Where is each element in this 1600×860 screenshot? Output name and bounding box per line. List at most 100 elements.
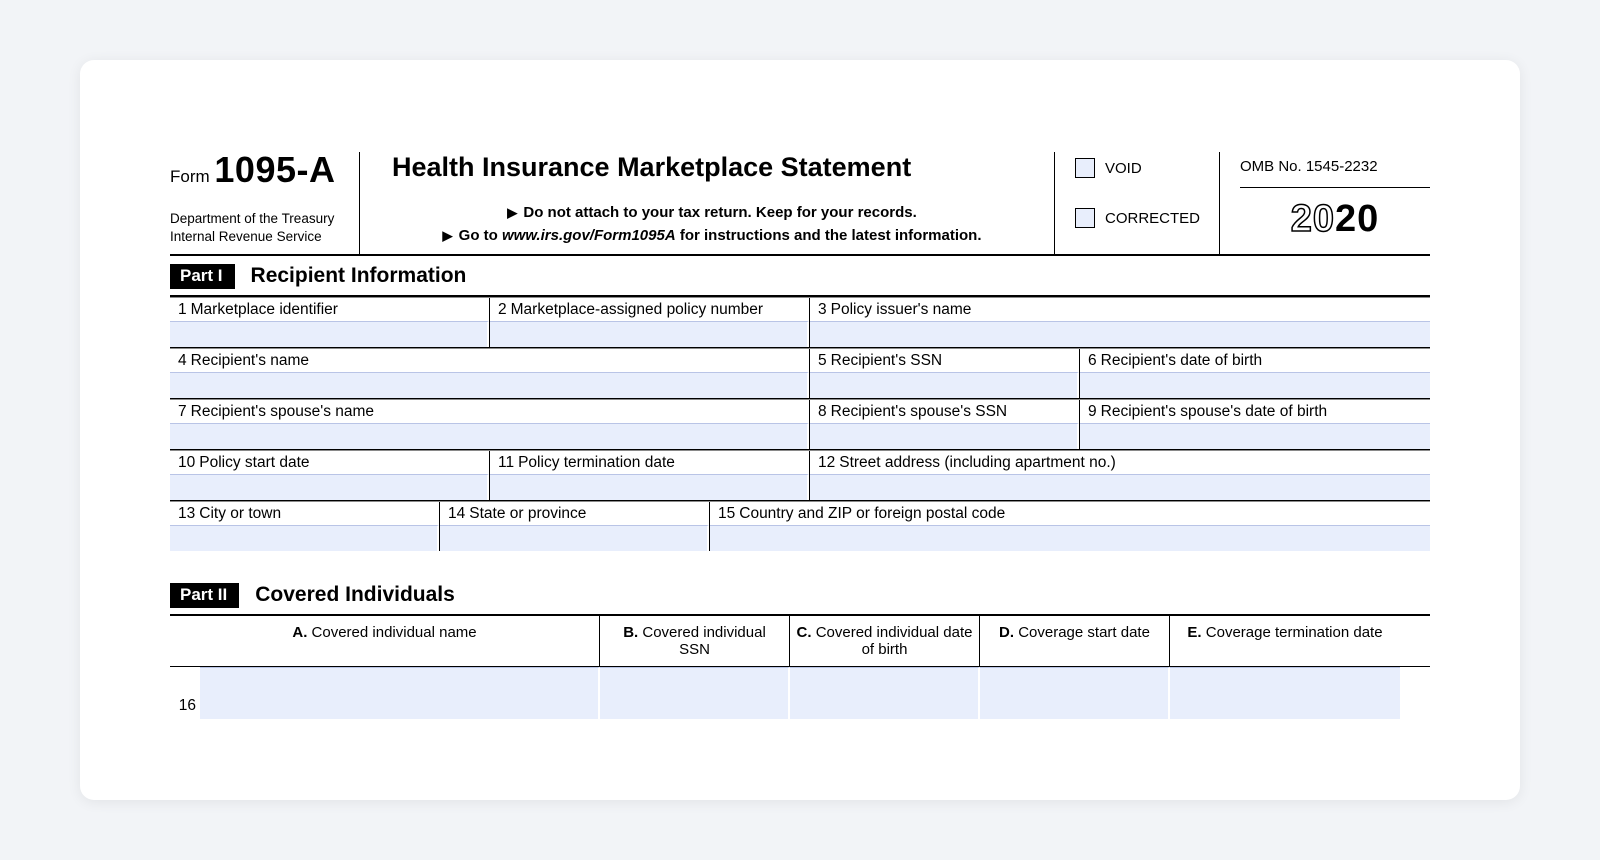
part2-title: Covered Individuals [255, 583, 455, 607]
label-5-text: Recipient's SSN [831, 352, 943, 369]
dept-line1: Department of the Treasury [170, 210, 347, 228]
note-keep-records: ▶ Do not attach to your tax return. Keep… [392, 201, 1032, 224]
part1-title: Recipient Information [251, 264, 467, 288]
form-card: Form 1095-A Department of the Treasury I… [80, 60, 1520, 800]
input-9[interactable] [1080, 423, 1430, 449]
label-3: 3Policy issuer's name [810, 298, 1430, 321]
label-12-text: Street address (including apartment no.) [839, 454, 1116, 471]
input-2[interactable] [490, 321, 809, 347]
part2-tag: Part II [170, 583, 239, 608]
input-14[interactable] [440, 525, 709, 551]
input-12[interactable] [810, 474, 1430, 500]
col-B-text: Covered individual SSN [642, 624, 765, 658]
label-15: 15Country and ZIP or foreign postal code [710, 502, 1430, 525]
year-outline: 20 [1291, 198, 1335, 240]
part2-table: A. Covered individual name B. Covered in… [170, 616, 1430, 719]
part2-row-16: 16 [170, 667, 1430, 719]
field-4: 4Recipient's name [170, 349, 810, 398]
label-1-text: Marketplace identifier [191, 301, 338, 318]
field-14: 14State or province [440, 502, 710, 551]
corrected-checkbox-row: CORRECTED [1075, 208, 1219, 228]
input-15[interactable] [710, 525, 1430, 551]
field-11: 11Policy termination date [490, 451, 810, 500]
field-1: 1Marketplace identifier [170, 298, 490, 347]
input-16A[interactable] [200, 667, 600, 719]
col-C: C. Covered individual date of birth [790, 616, 980, 666]
form-word-and-number: Form 1095-A [170, 152, 347, 188]
note1-text: Do not attach to your tax return. Keep f… [523, 204, 916, 221]
col-B: B. Covered individual SSN [600, 616, 790, 666]
form-word: Form [170, 167, 210, 186]
part1-header: Part I Recipient Information [170, 256, 1430, 297]
label-7: 7Recipient's spouse's name [170, 400, 809, 423]
input-11[interactable] [490, 474, 809, 500]
input-4[interactable] [170, 372, 809, 398]
form-number: 1095-A [214, 149, 335, 190]
row-1-3: 1Marketplace identifier 2Marketplace-ass… [170, 297, 1430, 348]
col-C-text: Covered individual date of birth [816, 624, 973, 658]
omb-number: OMB No. 1545-2232 [1240, 158, 1430, 188]
input-3[interactable] [810, 321, 1430, 347]
label-8-text: Recipient's spouse's SSN [831, 403, 1008, 420]
form-title: Health Insurance Marketplace Statement [392, 152, 1032, 183]
note2-url: www.irs.gov/Form1095A [502, 227, 676, 244]
label-13: 13City or town [170, 502, 439, 525]
label-6-text: Recipient's date of birth [1101, 352, 1263, 369]
label-1: 1Marketplace identifier [170, 298, 489, 321]
triangle-icon: ▶ [442, 228, 452, 243]
label-12: 12Street address (including apartment no… [810, 451, 1430, 474]
label-11-text: Policy termination date [518, 454, 675, 471]
note-goto-url: ▶ Go to www.irs.gov/Form1095A for instru… [392, 224, 1032, 247]
triangle-icon: ▶ [507, 205, 517, 220]
input-16B[interactable] [600, 667, 790, 719]
header-left: Form 1095-A Department of the Treasury I… [170, 152, 360, 254]
year-bold: 20 [1335, 198, 1379, 240]
section-gap [170, 551, 1430, 575]
dept-line2: Internal Revenue Service [170, 228, 347, 246]
input-16E[interactable] [1170, 667, 1400, 719]
col-A: A. Covered individual name [170, 616, 600, 666]
label-6: 6Recipient's date of birth [1080, 349, 1430, 372]
note2-prefix: Go to [459, 227, 502, 244]
label-9-text: Recipient's spouse's date of birth [1101, 403, 1328, 420]
header-right: OMB No. 1545-2232 2020 [1220, 152, 1430, 254]
void-checkbox[interactable] [1075, 158, 1095, 178]
tax-year: 2020 [1240, 198, 1430, 241]
label-10-text: Policy start date [199, 454, 309, 471]
input-10[interactable] [170, 474, 489, 500]
form-header: Form 1095-A Department of the Treasury I… [170, 152, 1430, 256]
input-5[interactable] [810, 372, 1079, 398]
field-3: 3Policy issuer's name [810, 298, 1430, 347]
label-14: 14State or province [440, 502, 709, 525]
label-15-text: Country and ZIP or foreign postal code [739, 505, 1005, 522]
header-checkboxes: VOID CORRECTED [1055, 152, 1220, 254]
input-16C[interactable] [790, 667, 980, 719]
field-9: 9Recipient's spouse's date of birth [1080, 400, 1430, 449]
input-8[interactable] [810, 423, 1079, 449]
field-8: 8Recipient's spouse's SSN [810, 400, 1080, 449]
field-10: 10Policy start date [170, 451, 490, 500]
input-13[interactable] [170, 525, 439, 551]
label-4-text: Recipient's name [191, 352, 309, 369]
label-3-text: Policy issuer's name [831, 301, 972, 318]
void-checkbox-row: VOID [1075, 158, 1219, 178]
label-7-text: Recipient's spouse's name [191, 403, 374, 420]
col-D: D. Coverage start date [980, 616, 1170, 666]
label-14-text: State or province [469, 505, 586, 522]
part2-header: Part II Covered Individuals [170, 575, 1430, 616]
input-6[interactable] [1080, 372, 1430, 398]
corrected-checkbox[interactable] [1075, 208, 1095, 228]
input-16D[interactable] [980, 667, 1170, 719]
part2-columns: A. Covered individual name B. Covered in… [170, 616, 1430, 667]
input-7[interactable] [170, 423, 809, 449]
corrected-label: CORRECTED [1105, 210, 1200, 227]
form-1095a: Form 1095-A Department of the Treasury I… [170, 152, 1430, 719]
label-9: 9Recipient's spouse's date of birth [1080, 400, 1430, 423]
label-4: 4Recipient's name [170, 349, 809, 372]
field-12: 12Street address (including apartment no… [810, 451, 1430, 500]
void-label: VOID [1105, 160, 1142, 177]
row-13-15: 13City or town 14State or province 15Cou… [170, 501, 1430, 551]
field-13: 13City or town [170, 502, 440, 551]
input-1[interactable] [170, 321, 489, 347]
label-8: 8Recipient's spouse's SSN [810, 400, 1079, 423]
